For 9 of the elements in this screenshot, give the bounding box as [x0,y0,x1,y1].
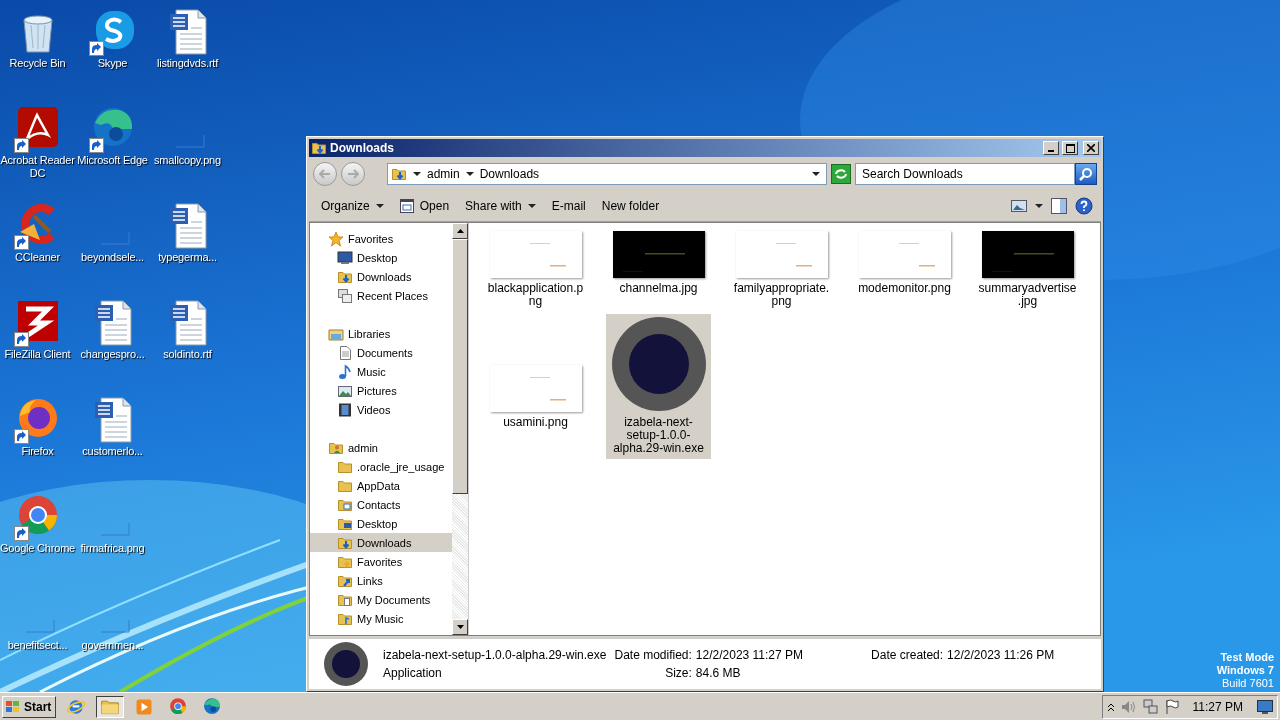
browser-icon [168,696,189,717]
taskbar-button[interactable] [96,695,125,718]
show-desktop-icon[interactable] [1257,699,1273,714]
show-hidden-icon[interactable] [1106,701,1115,712]
four-squares-icon [5,699,21,714]
swirl-icon [202,696,223,717]
network-icon[interactable] [1142,698,1159,715]
flag-icon[interactable] [1164,698,1179,715]
start-button[interactable]: Start [2,695,57,718]
